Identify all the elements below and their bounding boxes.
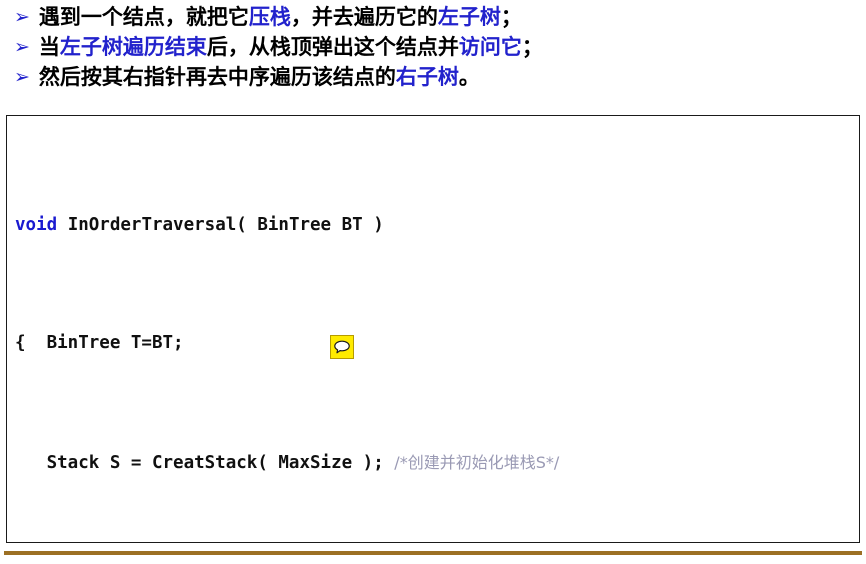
bullet-segment-highlight: 左子树遍历结束 [59, 35, 207, 59]
bullet-segment-highlight: 右子树 [395, 65, 459, 89]
bullet-segment: ； [500, 5, 522, 29]
arrow-bullet-icon: ➢ [14, 6, 30, 28]
bullet-segment: 遇到一个结点，就把它 [38, 5, 249, 29]
bullet-segment: 然后按其右指针再去中序遍历该结点的 [38, 65, 396, 89]
code-text: { BinTree T=BT; [15, 333, 184, 354]
bullet-segment: 。 [458, 65, 480, 89]
bullet-segment: 后，从栈顶弹出这个结点并 [206, 35, 459, 59]
code-text: InOrderTraversal( BinTree BT ) [57, 214, 384, 235]
bullet-segment: ，并去遍历它的 [290, 5, 438, 29]
bullet-segment: 当 [38, 35, 60, 59]
code-line: Stack S = CreatStack( MaxSize ); /*创建并初始… [15, 448, 859, 478]
comment-balloon-icon[interactable] [330, 335, 354, 359]
bullet-text-3: 然后按其右指针再去中序遍历该结点的右子树。 [39, 63, 480, 91]
bullet-text-2: 当左子树遍历结束后，从栈顶弹出这个结点并访问它； [39, 33, 543, 61]
bottom-divider [4, 551, 862, 555]
code-text: Stack S = CreatStack( MaxSize ); [15, 452, 395, 473]
bullet-segment-highlight: 访问它 [458, 35, 522, 59]
code-block: void InOrderTraversal( BinTree BT ) { Bi… [6, 115, 860, 543]
code-keyword: void [15, 214, 58, 235]
arrow-bullet-icon: ➢ [14, 66, 30, 88]
bullet-segment-highlight: 压栈 [248, 5, 291, 29]
code-lines: void InOrderTraversal( BinTree BT ) { Bi… [7, 116, 859, 542]
code-line: { BinTree T=BT; [15, 329, 859, 359]
bullet-segment-highlight: 左子树 [437, 5, 501, 29]
arrow-bullet-icon: ➢ [14, 36, 30, 58]
list-item: ➢ 遇到一个结点，就把它压栈，并去遍历它的左子树； [0, 3, 866, 33]
list-item: ➢ 当左子树遍历结束后，从栈顶弹出这个结点并访问它； [0, 33, 866, 63]
bullet-text-1: 遇到一个结点，就把它压栈，并去遍历它的左子树； [39, 3, 522, 31]
bullet-segment: ； [521, 35, 543, 59]
list-item: ➢ 然后按其右指针再去中序遍历该结点的右子树。 [0, 63, 866, 93]
code-line: void InOrderTraversal( BinTree BT ) [15, 211, 859, 241]
code-comment: /*创建并初始化堆栈S*/ [394, 452, 560, 472]
bullet-list: ➢ 遇到一个结点，就把它压栈，并去遍历它的左子树； ➢ 当左子树遍历结束后，从栈… [0, 0, 866, 93]
